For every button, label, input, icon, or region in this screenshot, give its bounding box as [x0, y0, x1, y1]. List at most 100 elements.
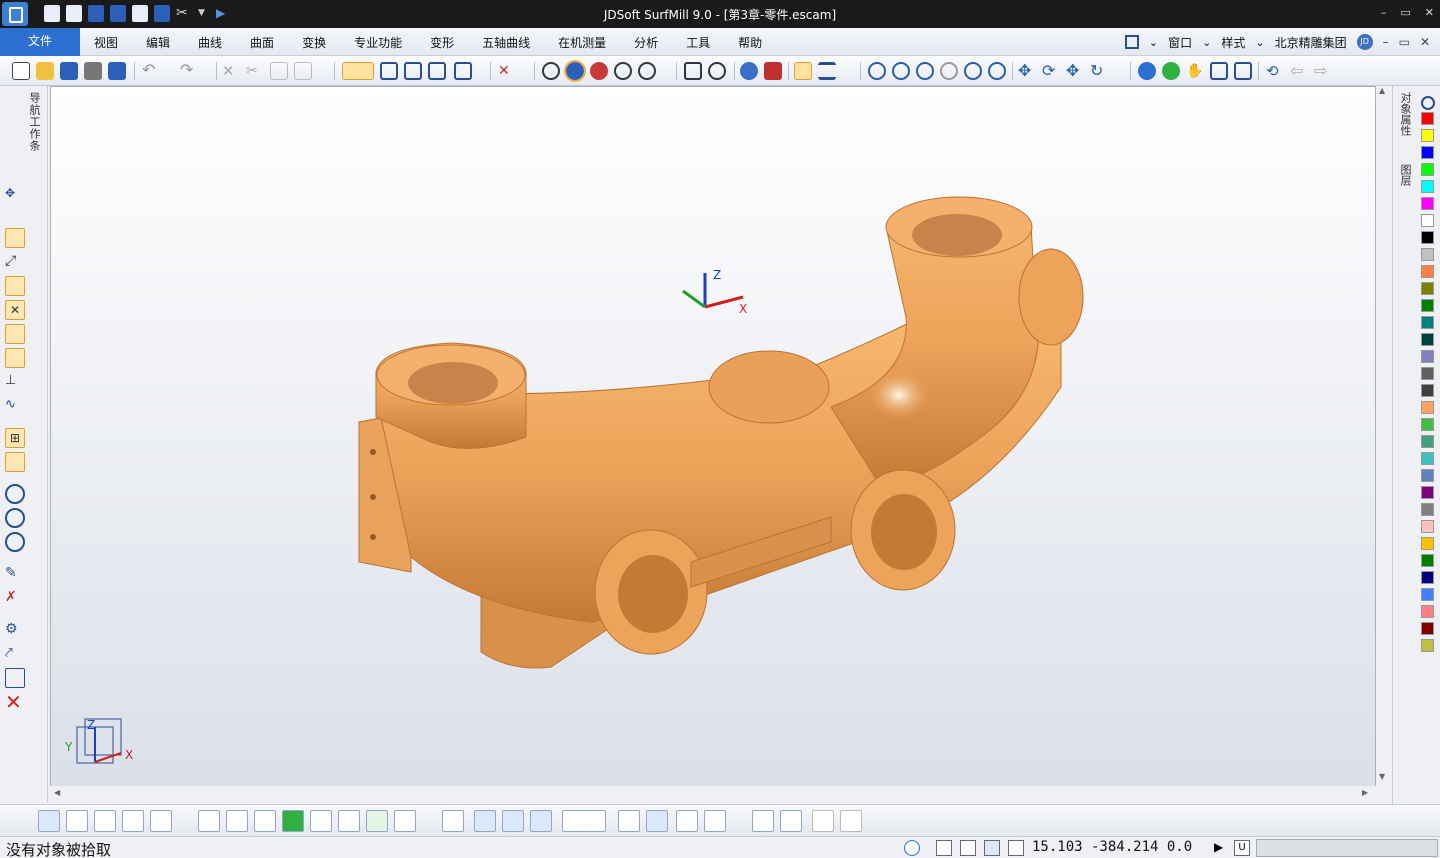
menu-tools[interactable]: 工具: [672, 28, 724, 56]
connect-icon[interactable]: ⤤: [5, 644, 25, 664]
menu-edit[interactable]: 编辑: [132, 28, 184, 56]
layout-1-icon[interactable]: [752, 810, 774, 832]
menu-window[interactable]: 窗口: [1168, 34, 1192, 51]
delete-point-icon[interactable]: ✗: [5, 588, 25, 608]
copy-icon[interactable]: [270, 62, 288, 80]
color-swatch[interactable]: [1421, 571, 1434, 584]
scroll-up-icon[interactable]: ▲: [1379, 86, 1385, 95]
fit-selection-icon[interactable]: [1234, 62, 1252, 80]
snap-surface-icon[interactable]: [254, 810, 276, 832]
menu-analysis[interactable]: 分析: [620, 28, 672, 56]
color-swatch[interactable]: [1421, 265, 1434, 278]
delete-icon[interactable]: ✕: [5, 692, 25, 712]
color-swatch[interactable]: [1421, 486, 1434, 499]
mesh-icon[interactable]: [684, 62, 702, 80]
select-arrow-icon[interactable]: [38, 810, 60, 832]
color-swatch[interactable]: [1421, 333, 1434, 346]
color-swatch[interactable]: [1421, 163, 1434, 176]
scroll-right-icon[interactable]: ▶: [1362, 788, 1368, 797]
layers-icon[interactable]: [818, 62, 836, 80]
color-swatch[interactable]: [1421, 622, 1434, 635]
color-swatch[interactable]: [1421, 452, 1434, 465]
color-swatch[interactable]: [1421, 350, 1434, 363]
spline-tool-icon[interactable]: ∿: [5, 396, 25, 416]
zoom-all-icon[interactable]: [964, 62, 982, 80]
pan-arrows-icon[interactable]: ✥: [5, 184, 25, 204]
menu-style[interactable]: 样式: [1221, 34, 1245, 51]
chevron-down-icon[interactable]: ⌄: [1149, 36, 1158, 49]
page-icon[interactable]: [936, 840, 952, 856]
navigation-panel[interactable]: 导航工作条: [0, 86, 48, 174]
filter-1-icon[interactable]: [442, 810, 464, 832]
view-dots-icon[interactable]: [704, 810, 726, 832]
zoom-previous-icon[interactable]: [940, 62, 958, 80]
print-icon[interactable]: [84, 62, 102, 80]
light-green-icon[interactable]: [1162, 62, 1180, 80]
forward-icon[interactable]: ⇨: [1314, 62, 1332, 80]
color-swatch[interactable]: [1421, 605, 1434, 618]
horizontal-scrollbar[interactable]: ◀ ▶: [50, 786, 1376, 802]
circle-icon[interactable]: [708, 62, 726, 80]
surface-tool-1-icon[interactable]: [5, 484, 25, 504]
part-model[interactable]: Z X Z Y X: [51, 87, 1376, 802]
color-swatch[interactable]: [1421, 554, 1434, 567]
snap-solid-icon[interactable]: [282, 810, 304, 832]
zoom-in-icon[interactable]: [916, 62, 934, 80]
view-zoom-icon[interactable]: [676, 810, 698, 832]
menu-transform[interactable]: 变换: [288, 28, 340, 56]
color-swatch[interactable]: [1421, 214, 1434, 227]
refresh-icon[interactable]: ⟲: [1266, 62, 1284, 80]
menu-pro-functions[interactable]: 专业功能: [340, 28, 416, 56]
ortho-icon[interactable]: [984, 840, 1000, 856]
grid-tool-icon[interactable]: ⊞: [5, 428, 25, 448]
color-swatch[interactable]: [1421, 180, 1434, 193]
snap-point-icon[interactable]: [198, 810, 220, 832]
chevron-down-icon[interactable]: ⌄: [1255, 36, 1264, 49]
dimension-tool-icon[interactable]: ⊥: [5, 372, 25, 392]
palette-settings-icon[interactable]: [1421, 96, 1435, 110]
scroll-down-icon[interactable]: ▼: [1379, 772, 1385, 781]
view-right-icon[interactable]: [428, 62, 446, 80]
snap-group-icon[interactable]: [338, 810, 360, 832]
menu-file[interactable]: 文件: [0, 28, 80, 56]
filter-2-icon[interactable]: [474, 810, 496, 832]
snap-center-icon[interactable]: [366, 810, 388, 832]
circle-tool-icon[interactable]: [5, 324, 25, 344]
color-swatch[interactable]: [1421, 469, 1434, 482]
hand-icon[interactable]: ✋: [1186, 62, 1204, 80]
menu-five-axis-curve[interactable]: 五轴曲线: [468, 28, 544, 56]
save-all-icon[interactable]: [108, 62, 126, 80]
pick-filter-icon[interactable]: ✕: [498, 62, 516, 80]
snap-mesh-icon[interactable]: [310, 810, 332, 832]
restore-button[interactable]: ▭: [1399, 35, 1410, 49]
back-icon[interactable]: ⇦: [1290, 62, 1308, 80]
select-curve-icon[interactable]: [122, 810, 144, 832]
zoom-out-icon[interactable]: [892, 62, 910, 80]
color-swatch[interactable]: [1421, 316, 1434, 329]
filter-4-icon[interactable]: [530, 810, 552, 832]
menu-view[interactable]: 视图: [80, 28, 132, 56]
color-swatch[interactable]: [1421, 112, 1434, 125]
layers-tab[interactable]: 图层: [1397, 164, 1413, 186]
render-sphere-icon[interactable]: [590, 62, 608, 80]
color-swatch[interactable]: [1421, 146, 1434, 159]
hidden-line-icon[interactable]: [638, 62, 656, 80]
view-split-icon[interactable]: [646, 810, 668, 832]
color-swatch[interactable]: [1421, 129, 1434, 142]
color-swatch[interactable]: [1421, 588, 1434, 601]
play-icon[interactable]: ▶: [1214, 840, 1230, 856]
object-properties-tab[interactable]: 对象属性: [1397, 92, 1413, 136]
zoom-extents-icon[interactable]: [988, 62, 1006, 80]
view-top-icon[interactable]: [404, 62, 422, 80]
outline-sphere-icon[interactable]: [614, 62, 632, 80]
paste-icon[interactable]: [294, 62, 312, 80]
menu-deform[interactable]: 变形: [416, 28, 468, 56]
wireframe-sphere-icon[interactable]: [542, 62, 560, 80]
menu-curve[interactable]: 曲线: [184, 28, 236, 56]
select-points-icon[interactable]: [150, 810, 172, 832]
select-box-icon[interactable]: [66, 810, 88, 832]
chevron-down-icon[interactable]: ⌄: [1202, 36, 1211, 49]
layout-2-icon[interactable]: [780, 810, 802, 832]
undo-icon[interactable]: ↶: [142, 62, 160, 80]
undo-view-icon[interactable]: [812, 810, 834, 832]
